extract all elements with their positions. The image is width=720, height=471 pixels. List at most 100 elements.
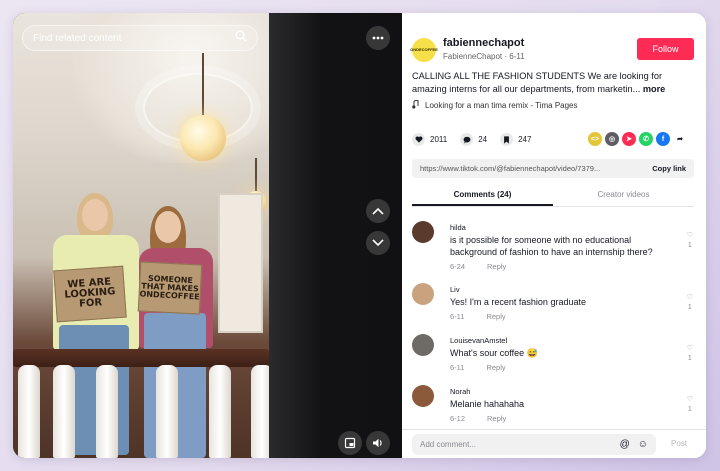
video-player[interactable]: WE ARE LOOKING FOR SOMEONE THAT MAKES ON… xyxy=(13,13,402,458)
tab-comments[interactable]: Comments (24) xyxy=(412,187,553,206)
comment-bubble-icon[interactable] xyxy=(460,133,474,146)
comment-date: 6-24 xyxy=(450,262,466,271)
commenter-avatar[interactable] xyxy=(412,334,434,356)
video-link-box: https://www.tiktok.com/@fabiennechapot/v… xyxy=(412,159,694,178)
comment-date: 6-11 xyxy=(450,363,465,372)
copy-link-button[interactable]: Copy link xyxy=(652,164,686,173)
comment-item: hilda is it possible for someone with no… xyxy=(412,219,697,281)
bookmark-icon[interactable] xyxy=(500,133,514,146)
comment-like-count: 1 xyxy=(687,406,692,413)
comment-text: is it possible for someone with no educa… xyxy=(450,235,653,257)
baluster xyxy=(96,365,118,458)
heart-outline-icon[interactable]: ♡ xyxy=(687,294,693,301)
reply-button[interactable]: Reply xyxy=(487,414,506,423)
follow-button[interactable]: Follow xyxy=(637,38,694,60)
share-arrow-icon[interactable]: ➦ xyxy=(673,132,687,146)
panel-tabs: Comments (24) Creator videos xyxy=(412,187,694,207)
details-panel: ONDECOFFEE fabiennechapot FabienneChapot… xyxy=(402,13,706,458)
comment-meta: 6-11 Reply xyxy=(450,312,528,321)
comment-composer: Add comment... @ ☺ Post xyxy=(402,429,706,458)
baluster xyxy=(18,365,40,458)
search-input[interactable]: Find related content xyxy=(33,33,235,44)
reply-button[interactable]: Reply xyxy=(486,363,505,372)
comment-input[interactable]: Add comment... @ ☺ xyxy=(412,434,656,455)
comment-text: What's sour coffee 😅 xyxy=(450,348,538,358)
heart-outline-icon[interactable]: ♡ xyxy=(687,345,693,352)
heart-outline-icon[interactable]: ♡ xyxy=(687,396,693,403)
post-button[interactable]: Post xyxy=(671,439,687,448)
save-count: 247 xyxy=(518,135,532,144)
share-friends-icon[interactable]: ◎ xyxy=(605,132,619,146)
comment-text: Yes! I'm a recent fashion graduate xyxy=(450,297,586,307)
previous-video-chevron-up-icon[interactable] xyxy=(366,199,390,223)
heart-icon[interactable] xyxy=(412,133,425,146)
baluster xyxy=(209,365,231,458)
commenter-name[interactable]: hilda xyxy=(450,223,466,232)
share-embed-icon[interactable]: <> xyxy=(588,132,602,146)
commenter-name[interactable]: LouisevanAmstel xyxy=(450,336,507,345)
baluster xyxy=(156,365,178,458)
commenter-name[interactable]: Norah xyxy=(450,387,470,396)
emoji-icon[interactable]: ☺ xyxy=(638,439,648,450)
like-count: 2011 xyxy=(430,135,448,144)
video-caption: CALLING ALL THE FASHION STUDENTS We are … xyxy=(412,70,694,96)
railing xyxy=(13,349,269,367)
commenter-avatar[interactable] xyxy=(412,283,434,305)
share-buttons: <> ◎ ➤ ✆ f ➦ xyxy=(588,132,687,146)
reply-button[interactable]: Reply xyxy=(486,312,505,321)
comment-like[interactable]: ♡ 1 xyxy=(687,395,693,415)
comment-like[interactable]: ♡ 1 xyxy=(687,344,693,364)
video-detail-window: WE ARE LOOKING FOR SOMEONE THAT MAKES ON… xyxy=(13,13,706,458)
engagement-stats: 2011 24 247 xyxy=(412,133,544,146)
author-avatar[interactable]: ONDECOFFEE xyxy=(410,38,438,62)
comment-item: Liv Yes! I'm a recent fashion graduate 6… xyxy=(412,281,697,332)
commenter-avatar[interactable] xyxy=(412,221,434,243)
picture-in-picture-icon[interactable] xyxy=(338,431,362,455)
comment-date: 6-11 xyxy=(450,312,465,321)
next-video-chevron-down-icon[interactable] xyxy=(366,231,390,255)
tab-creator-videos[interactable]: Creator videos xyxy=(553,187,694,206)
commenter-name[interactable]: Liv xyxy=(450,285,460,294)
caption-more-link[interactable]: more xyxy=(643,84,665,94)
heart-outline-icon[interactable]: ♡ xyxy=(687,232,693,239)
comment-count: 24 xyxy=(478,135,488,144)
comment-item: Norah Melanie hahahaha 6-12 Reply ♡ 1 xyxy=(412,383,697,434)
save-stat[interactable]: 247 xyxy=(500,133,531,146)
video-url[interactable]: https://www.tiktok.com/@fabiennechapot/v… xyxy=(420,164,646,173)
music-note-icon xyxy=(412,99,419,111)
volume-icon[interactable] xyxy=(366,431,390,455)
author-subline: FabienneChapot · 6-11 xyxy=(443,52,525,61)
comment-like-count: 1 xyxy=(687,355,692,362)
share-send-icon[interactable]: ➤ xyxy=(622,132,636,146)
search-icon[interactable] xyxy=(235,29,247,47)
comment-like[interactable]: ♡ 1 xyxy=(687,231,693,251)
like-stat[interactable]: 2011 xyxy=(412,133,447,146)
caption-text: CALLING ALL THE FASHION STUDENTS We are … xyxy=(412,71,663,94)
sign-left: WE ARE LOOKING FOR xyxy=(53,265,127,323)
comment-date: 6-12 xyxy=(450,414,466,423)
sign-right: SOMEONE THAT MAKES ONDECOFFEE xyxy=(137,261,203,315)
comment-like-count: 1 xyxy=(687,304,692,311)
search-bar[interactable]: Find related content xyxy=(22,25,258,51)
comment-list: hilda is it possible for someone with no… xyxy=(412,219,697,434)
facebook-icon[interactable]: f xyxy=(656,132,670,146)
lamp-globe xyxy=(180,115,226,161)
comment-meta: 6-11 Reply xyxy=(450,363,528,372)
music-title: Looking for a man tima remix - Tima Page… xyxy=(425,101,578,110)
mention-icon[interactable]: @ xyxy=(620,439,630,450)
comment-item: LouisevanAmstel What's sour coffee 😅 6-1… xyxy=(412,332,697,383)
more-options-icon[interactable] xyxy=(366,26,390,50)
reply-button[interactable]: Reply xyxy=(487,262,506,271)
commenter-avatar[interactable] xyxy=(412,385,434,407)
comment-like-count: 1 xyxy=(687,242,692,249)
whatsapp-icon[interactable]: ✆ xyxy=(639,132,653,146)
comment-meta: 6-12 Reply xyxy=(450,414,528,423)
comment-text: Melanie hahahaha xyxy=(450,399,525,409)
comment-like[interactable]: ♡ 1 xyxy=(687,293,693,313)
comment-stat[interactable]: 24 xyxy=(460,133,487,146)
author-username[interactable]: fabiennechapot xyxy=(443,37,524,49)
video-frame: WE ARE LOOKING FOR SOMEONE THAT MAKES ON… xyxy=(13,13,273,458)
comment-meta: 6-24 Reply xyxy=(450,262,528,271)
baluster xyxy=(53,365,75,458)
music-link[interactable]: Looking for a man tima remix - Tima Page… xyxy=(412,99,578,111)
